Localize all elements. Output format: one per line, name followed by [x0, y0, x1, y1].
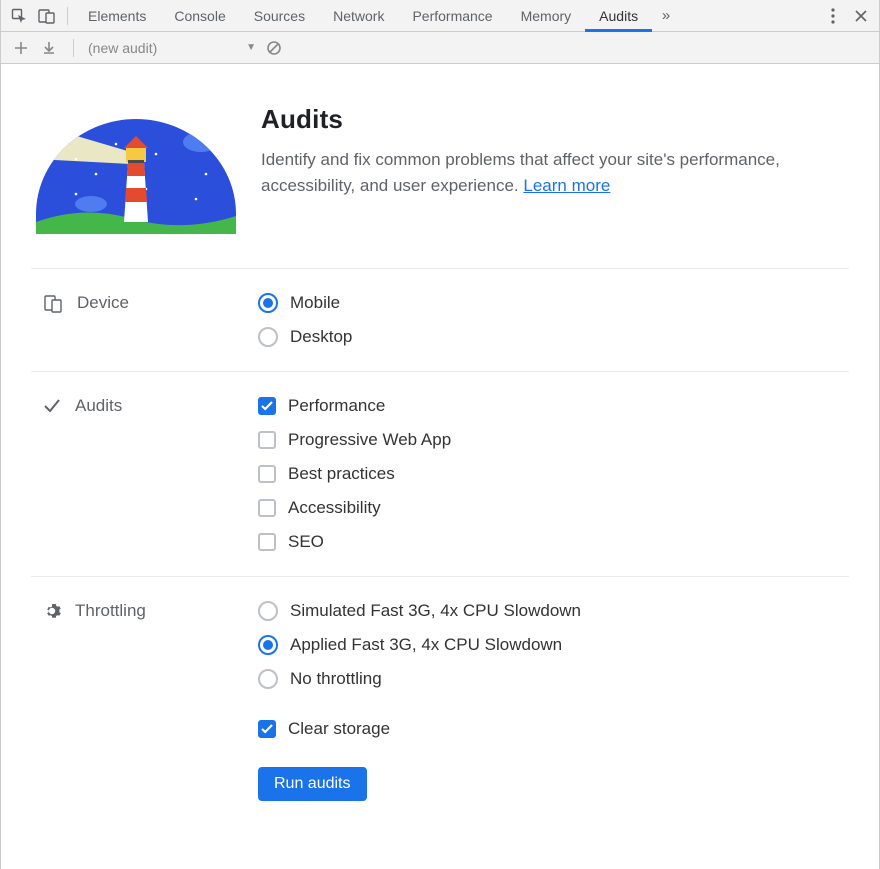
checkbox-icon	[258, 397, 276, 415]
audit-dropdown-label: (new audit)	[88, 40, 157, 56]
learn-more-link[interactable]: Learn more	[523, 176, 610, 195]
tab-audits[interactable]: Audits	[585, 0, 652, 32]
inspect-icon[interactable]	[7, 4, 31, 28]
checkbox-icon	[258, 720, 276, 738]
audit-option-accessibility[interactable]: Accessibility	[258, 498, 849, 518]
tab-elements[interactable]: Elements	[74, 0, 160, 32]
clear-storage-option[interactable]: Clear storage	[258, 719, 849, 739]
device-option-desktop[interactable]: Desktop	[258, 327, 849, 347]
panel-title: Audits	[261, 104, 801, 135]
checkbox-icon	[258, 431, 276, 449]
devtools-tabbar: Elements Console Sources Network Perform…	[1, 0, 879, 32]
audit-option-best-practices[interactable]: Best practices	[258, 464, 849, 484]
panel-header: Audits Identify and fix common problems …	[31, 104, 849, 234]
tab-sources[interactable]: Sources	[240, 0, 319, 32]
tab-performance[interactable]: Performance	[398, 0, 506, 32]
device-icon	[43, 293, 63, 313]
close-icon[interactable]	[849, 4, 873, 28]
section-throttling: Throttling Simulated Fast 3G, 4x CPU Slo…	[31, 576, 849, 713]
tab-console[interactable]: Console	[160, 0, 239, 32]
checkbox-icon	[258, 533, 276, 551]
radio-icon	[258, 293, 278, 313]
more-tabs-icon[interactable]: »	[654, 4, 678, 28]
radio-icon	[258, 601, 278, 621]
lighthouse-illustration	[36, 104, 236, 234]
section-audits-label: Audits	[75, 396, 122, 416]
panel-description: Identify and fix common problems that af…	[261, 147, 801, 198]
throttling-option-none[interactable]: No throttling	[258, 669, 849, 689]
radio-icon	[258, 635, 278, 655]
audits-panel: Audits Identify and fix common problems …	[1, 64, 879, 845]
section-footer: Clear storage Run audits	[31, 713, 849, 825]
section-audits: Audits Performance Progressive Web App B…	[31, 371, 849, 576]
throttling-option-applied[interactable]: Applied Fast 3G, 4x CPU Slowdown	[258, 635, 849, 655]
tab-network[interactable]: Network	[319, 0, 398, 32]
checkbox-icon	[258, 499, 276, 517]
audit-option-seo[interactable]: SEO	[258, 532, 849, 552]
gear-icon	[43, 602, 61, 620]
audit-dropdown[interactable]: (new audit) ▼	[82, 37, 262, 59]
radio-icon	[258, 669, 278, 689]
audits-toolbar: (new audit) ▼	[1, 32, 879, 64]
device-toggle-icon[interactable]	[35, 4, 59, 28]
new-audit-icon[interactable]	[9, 36, 33, 60]
checkbox-icon	[258, 465, 276, 483]
audit-option-pwa[interactable]: Progressive Web App	[258, 430, 849, 450]
divider	[73, 39, 74, 57]
divider	[67, 7, 68, 25]
throttling-option-simulated[interactable]: Simulated Fast 3G, 4x CPU Slowdown	[258, 601, 849, 621]
audit-option-performance[interactable]: Performance	[258, 396, 849, 416]
kebab-menu-icon[interactable]	[821, 4, 845, 28]
clear-icon[interactable]	[262, 36, 286, 60]
run-audits-button[interactable]: Run audits	[258, 767, 367, 801]
tab-memory[interactable]: Memory	[507, 0, 586, 32]
chevron-down-icon: ▼	[246, 42, 256, 53]
download-icon[interactable]	[37, 36, 61, 60]
section-throttling-label: Throttling	[75, 601, 146, 621]
section-device: Device Mobile Desktop	[31, 268, 849, 371]
device-option-mobile[interactable]: Mobile	[258, 293, 849, 313]
section-device-label: Device	[77, 293, 129, 313]
radio-icon	[258, 327, 278, 347]
check-icon	[43, 397, 61, 415]
